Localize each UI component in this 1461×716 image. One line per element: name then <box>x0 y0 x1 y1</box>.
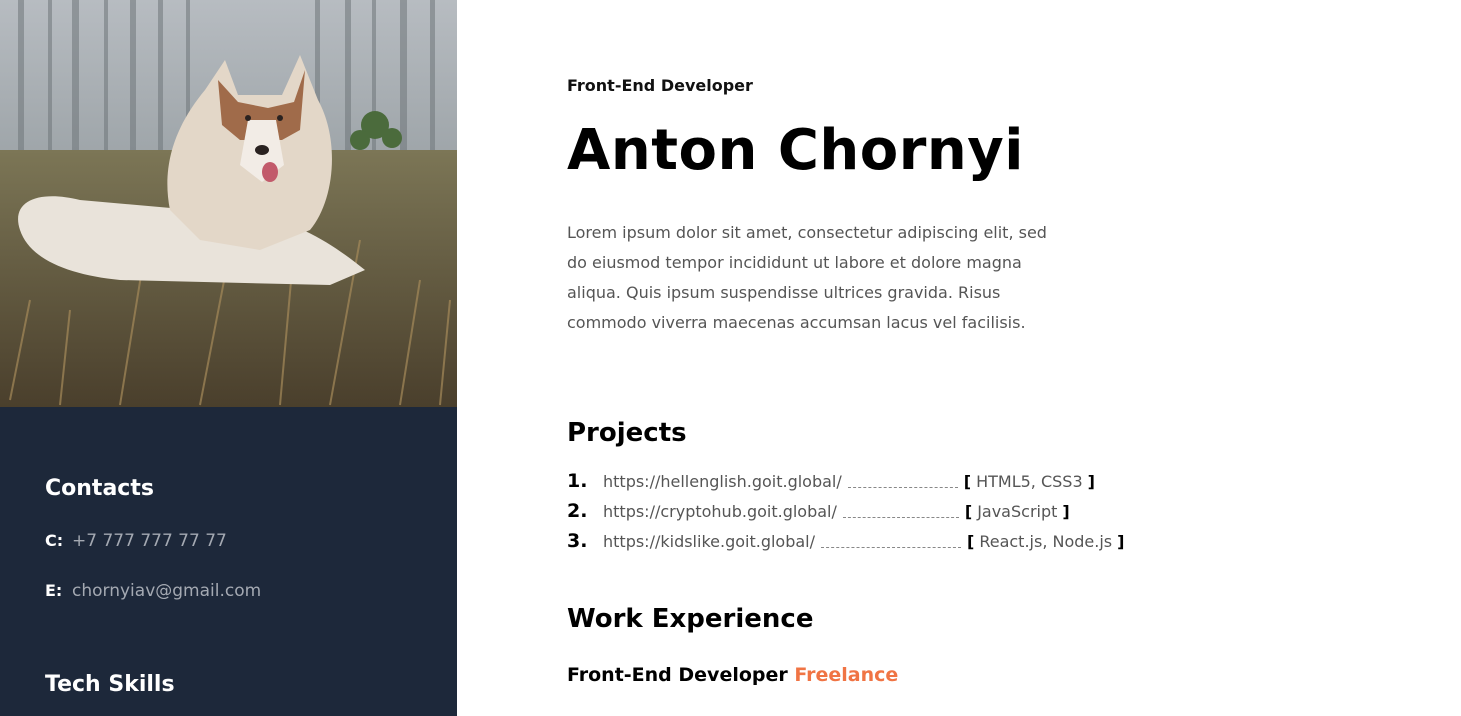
project-item: 1. https://hellenglish.goit.global/ [ HT… <box>567 466 1187 496</box>
project-tech: JavaScript <box>977 501 1058 521</box>
phone-row: C: +7 777 777 77 77 <box>45 531 425 551</box>
project-link[interactable]: https://hellenglish.goit.global/ <box>603 472 842 491</box>
tech-skills-title: Tech Skills <box>45 672 175 697</box>
project-number: 3. <box>567 530 588 552</box>
sidebar: Contacts C: +7 777 777 77 77 E: chornyia… <box>0 0 457 716</box>
work-experience-title: Work Experience <box>567 604 814 634</box>
phone-key: C: <box>45 531 64 550</box>
bracket-close: ] <box>1087 471 1095 491</box>
dotted-leader <box>842 516 959 518</box>
bracket-open: [ <box>963 471 972 491</box>
bracket-open: [ <box>967 531 975 551</box>
about-text: Lorem ipsum dolor sit amet, consectetur … <box>567 223 1047 332</box>
person-name: Anton Chornyi <box>567 118 1024 183</box>
project-number: 1. <box>567 470 588 492</box>
email-row: E: chornyiav@gmail.com <box>45 581 425 601</box>
projects-list: 1. https://hellenglish.goit.global/ [ HT… <box>567 466 1187 556</box>
profile-photo <box>0 0 457 407</box>
job-heading: Front-End Developer Freelance <box>567 664 898 686</box>
project-tech: React.js, Node.js <box>979 531 1113 551</box>
project-link[interactable]: https://kidslike.goit.global/ <box>603 532 815 551</box>
project-item: 3. https://kidslike.goit.global/ [ React… <box>567 526 1187 556</box>
contacts-title: Contacts <box>45 476 154 501</box>
phone-link[interactable]: +7 777 777 77 77 <box>72 531 227 551</box>
email-link[interactable]: chornyiav@gmail.com <box>72 581 261 601</box>
email-key: E: <box>45 581 63 600</box>
company-name: Freelance <box>794 664 899 686</box>
dotted-leader <box>847 486 958 488</box>
bracket-close: ] <box>1062 501 1070 521</box>
project-item: 2. https://cryptohub.goit.global/ [ Java… <box>567 496 1187 526</box>
bracket-open: [ <box>964 501 973 521</box>
dotted-leader <box>821 546 962 548</box>
job-role: Front-End Developer <box>567 76 753 95</box>
job-title: Front-End Developer <box>567 664 788 686</box>
project-number: 2. <box>567 500 588 522</box>
projects-title: Projects <box>567 418 687 448</box>
contacts-section: Contacts C: +7 777 777 77 77 E: chornyia… <box>45 476 425 601</box>
project-tech: HTML5, CSS3 <box>976 471 1083 491</box>
project-link[interactable]: https://cryptohub.goit.global/ <box>603 502 837 521</box>
bracket-close: ] <box>1117 531 1125 551</box>
